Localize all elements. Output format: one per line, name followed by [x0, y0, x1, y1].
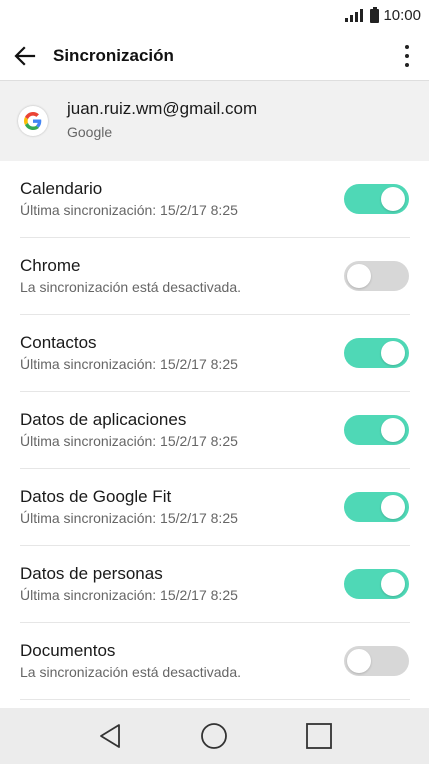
sync-item-title: Datos de Google Fit [20, 487, 172, 506]
circle-home-icon [201, 723, 228, 749]
sync-item-title: Contactos [20, 333, 97, 352]
account-header: juan.ruiz.wm@gmail.com Google [0, 81, 429, 161]
app-bar: Sincronización [0, 31, 429, 81]
sync-item-datos-de-aplicaciones[interactable]: Datos de aplicaciones Última sincronizac… [20, 392, 410, 469]
account-email: juan.ruiz.wm@gmail.com [67, 99, 258, 118]
sync-item-title: Datos de personas [20, 564, 163, 583]
sync-item-datos-de-personas[interactable]: Datos de personas Última sincronización:… [20, 546, 410, 623]
sync-item-calendario[interactable]: Calendario Última sincronización: 15/2/1… [20, 161, 410, 238]
battery-icon [370, 6, 380, 23]
sync-item-subtitle: La sincronización está desactivada. [20, 279, 242, 295]
nav-home-button[interactable] [194, 716, 234, 756]
sync-item-chrome[interactable]: Chrome La sincronización está desactivad… [20, 238, 410, 315]
arrow-left-icon [14, 45, 36, 66]
sync-toggle[interactable] [344, 338, 409, 368]
sync-item-title: Chrome [20, 256, 81, 275]
sync-toggle[interactable] [344, 415, 409, 445]
more-options-button[interactable] [395, 41, 419, 71]
status-time: 10:00 [383, 7, 421, 24]
google-g-icon [18, 106, 48, 136]
square-recents-icon [305, 723, 332, 749]
sync-toggle[interactable] [344, 492, 409, 522]
sync-item-contactos[interactable]: Contactos Última sincronización: 15/2/17… [20, 315, 410, 392]
sync-item-subtitle: Última sincronización: 15/2/17 8:25 [20, 510, 238, 526]
sync-item-documentos[interactable]: Documentos La sincronización está desact… [20, 623, 410, 700]
triangle-back-icon [100, 724, 121, 748]
navigation-bar [0, 708, 429, 764]
nav-back-button[interactable] [90, 716, 130, 756]
sync-item-datos-de-google-fit[interactable]: Datos de Google Fit Última sincronizació… [20, 469, 410, 546]
nav-recents-button[interactable] [299, 716, 339, 756]
sync-item-subtitle: Última sincronización: 15/2/17 8:25 [20, 356, 238, 372]
account-provider: Google [67, 124, 113, 140]
sync-item-subtitle: Última sincronización: 15/2/17 8:25 [20, 587, 238, 603]
back-button[interactable] [12, 43, 38, 69]
sync-list: Calendario Última sincronización: 15/2/1… [0, 161, 429, 700]
sync-toggle[interactable] [344, 184, 409, 214]
sync-item-title: Datos de aplicaciones [20, 410, 187, 429]
page-title: Sincronización [53, 45, 174, 65]
signal-icon [345, 9, 364, 22]
sync-toggle[interactable] [344, 261, 409, 291]
sync-item-subtitle: La sincronización está desactivada. [20, 664, 242, 680]
status-bar: 10:00 [0, 0, 429, 31]
sync-item-subtitle: Última sincronización: 15/2/17 8:25 [20, 202, 238, 218]
sync-toggle[interactable] [344, 569, 409, 599]
more-vertical-icon [405, 44, 409, 49]
sync-item-subtitle: Última sincronización: 15/2/17 8:25 [20, 433, 238, 449]
sync-item-title: Calendario [20, 179, 103, 198]
sync-toggle[interactable] [344, 646, 409, 676]
sync-item-title: Documentos [20, 641, 116, 660]
